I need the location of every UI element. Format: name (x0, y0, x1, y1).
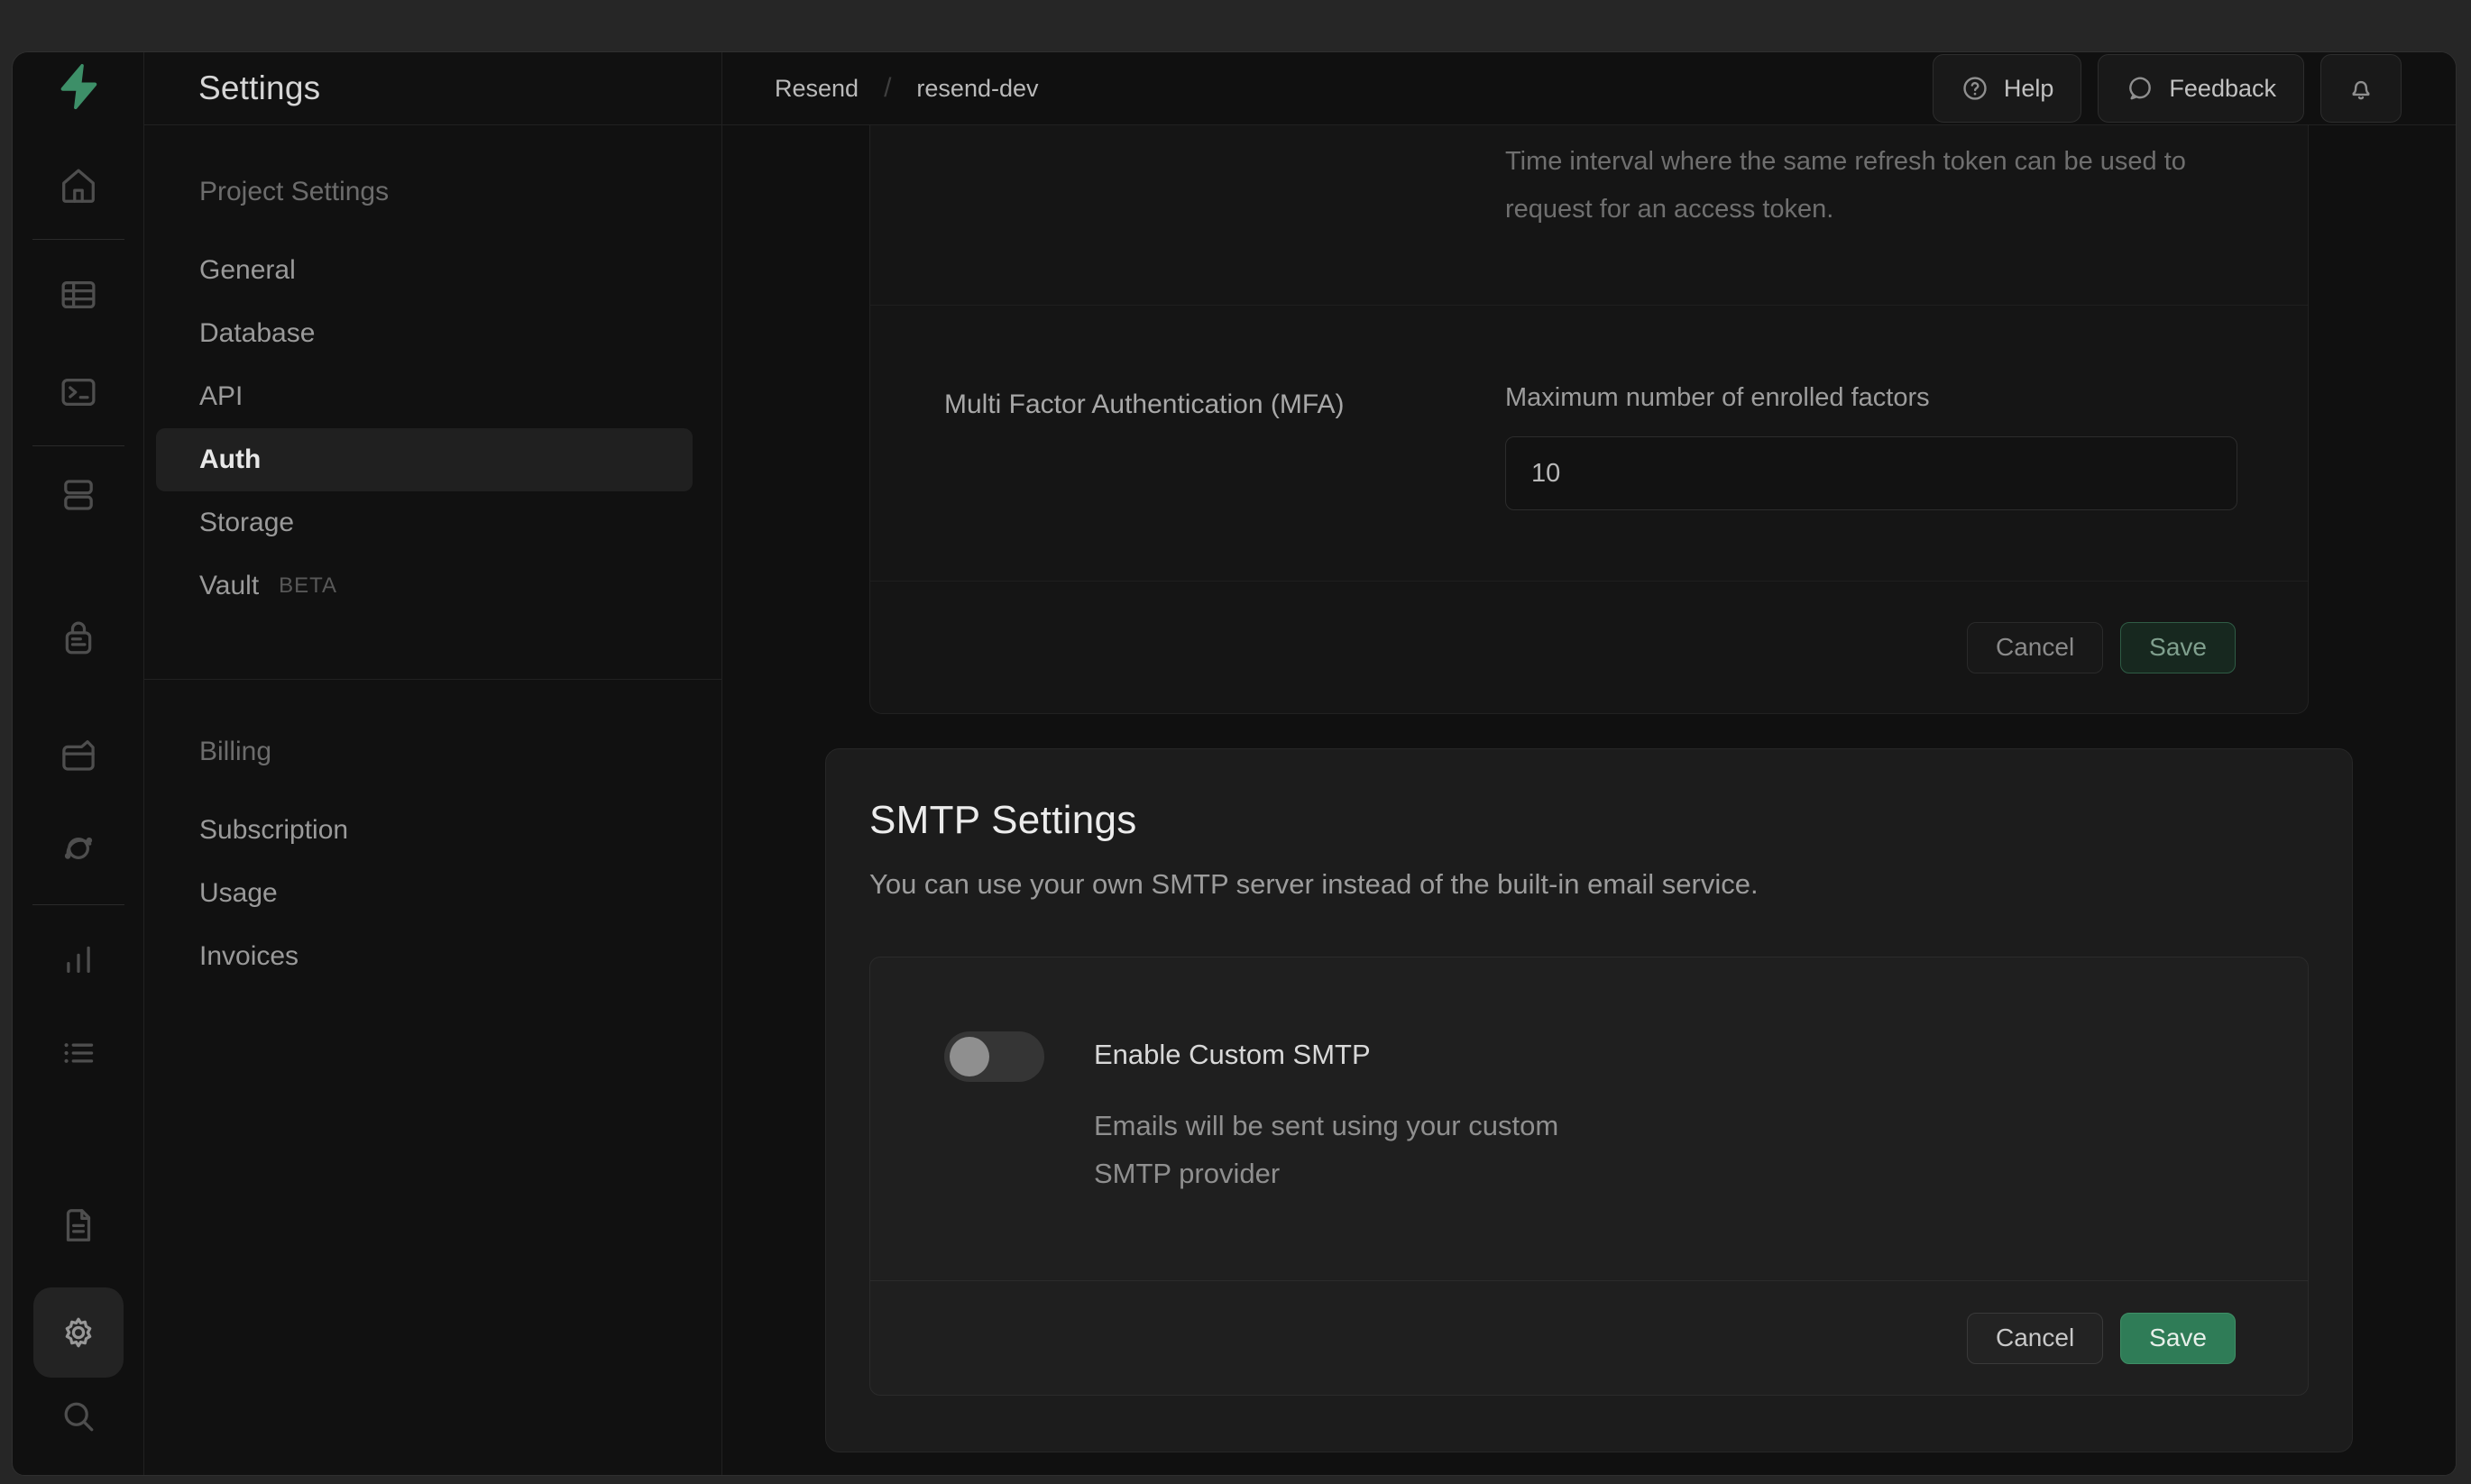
nav-section-project-settings: Project Settings (144, 167, 721, 217)
smtp-settings-panel: SMTP Settings You can use your own SMTP … (825, 748, 2353, 1452)
auth-save-button[interactable]: Save (2120, 622, 2236, 673)
sidebar-item-authentication[interactable] (13, 618, 144, 659)
app-window: Settings Project Settings General Databa… (12, 51, 2457, 1476)
toggle-text-group: Enable Custom SMTP Emails will be sent u… (1094, 1031, 1635, 1280)
smtp-cancel-button[interactable]: Cancel (1967, 1313, 2103, 1364)
chat-bubble-icon (2126, 74, 2154, 103)
refresh-token-row: Time interval where the same refresh tok… (870, 125, 2308, 305)
breadcrumb-separator: / (884, 73, 891, 104)
smtp-card: Enable Custom SMTP Emails will be sent u… (869, 957, 2309, 1396)
rail-divider (32, 445, 124, 446)
nav-item-invoices[interactable]: Invoices (144, 925, 721, 988)
bar-chart-icon (58, 939, 99, 980)
breadcrumb-project[interactable]: resend-dev (916, 75, 1038, 103)
nav-item-auth[interactable]: Auth (156, 428, 693, 491)
sidebar-item-table-editor[interactable] (13, 274, 144, 316)
nav-divider (144, 679, 721, 680)
search-icon (58, 1396, 99, 1437)
home-icon (58, 165, 99, 206)
beta-badge: BETA (279, 573, 337, 599)
feedback-button[interactable]: Feedback (2098, 54, 2304, 123)
enable-custom-smtp-toggle[interactable] (944, 1031, 1044, 1082)
sidebar-item-logs[interactable] (13, 1032, 144, 1074)
sidebar-item-search[interactable] (13, 1396, 144, 1437)
rail-divider (32, 239, 124, 240)
sidebar-item-sql-editor[interactable] (13, 371, 144, 413)
smtp-save-button[interactable]: Save (2120, 1313, 2236, 1364)
smtp-card-body: Enable Custom SMTP Emails will be sent u… (870, 957, 2308, 1280)
sidebar-item-reports[interactable] (13, 939, 144, 980)
page-title: Settings (198, 69, 320, 107)
header-actions: Help Feedback (1933, 54, 2402, 123)
enable-custom-smtp-description: Emails will be sent using your custom SM… (1094, 1102, 1635, 1197)
nav-item-subscription[interactable]: Subscription (144, 799, 721, 862)
auth-settings-card: Time interval where the same refresh tok… (869, 125, 2309, 714)
rail-divider (32, 904, 124, 905)
smtp-settings-description: You can use your own SMTP server instead… (869, 868, 2309, 901)
mfa-row: Multi Factor Authentication (MFA) Maximu… (870, 305, 2308, 581)
database-icon (58, 474, 99, 516)
settings-nav: Settings Project Settings General Databa… (144, 52, 722, 1475)
nav-item-api[interactable]: API (144, 365, 721, 428)
toggle-knob (950, 1037, 989, 1076)
sidebar-item-project-settings[interactable] (33, 1287, 124, 1378)
smtp-card-footer: Cancel Save (870, 1280, 2308, 1395)
gear-icon (58, 1312, 99, 1353)
nav-item-database[interactable]: Database (144, 302, 721, 365)
sidebar-item-api-docs[interactable] (13, 1205, 144, 1246)
help-circle-icon (1961, 74, 1989, 103)
bell-icon (2347, 74, 2375, 103)
nav-item-vault[interactable]: Vault BETA (144, 554, 721, 618)
settings-nav-header: Settings (144, 52, 721, 125)
mfa-field-group: Maximum number of enrolled factors (1505, 306, 2237, 581)
breadcrumb: Resend / resend-dev (775, 73, 1039, 104)
icon-rail (13, 52, 144, 1475)
mfa-section-label: Multi Factor Authentication (MFA) (944, 306, 1505, 581)
folder-icon (58, 735, 99, 776)
sidebar-item-storage[interactable] (13, 735, 144, 776)
max-enrolled-factors-input[interactable] (1505, 436, 2237, 510)
refresh-token-help-text: Time interval where the same refresh tok… (1505, 138, 2227, 234)
auth-card-footer: Cancel Save (870, 581, 2308, 713)
settings-nav-body: Project Settings General Database API Au… (144, 125, 721, 988)
content-area: Time interval where the same refresh tok… (722, 125, 2456, 1475)
terminal-icon (58, 371, 99, 413)
smtp-settings-title: SMTP Settings (869, 798, 2309, 843)
enable-custom-smtp-label: Enable Custom SMTP (1094, 1039, 1635, 1071)
supabase-logo[interactable] (13, 61, 144, 112)
nav-section-billing: Billing (144, 727, 721, 777)
sidebar-item-edge-functions[interactable] (13, 828, 144, 869)
edge-functions-icon (58, 828, 99, 869)
sidebar-item-home[interactable] (13, 165, 144, 206)
sidebar-item-database[interactable] (13, 474, 144, 516)
main-header: Resend / resend-dev Help Feedback (722, 52, 2456, 125)
lock-icon (58, 618, 99, 659)
help-button[interactable]: Help (1933, 54, 2082, 123)
auth-cancel-button[interactable]: Cancel (1967, 622, 2103, 673)
notifications-button[interactable] (2320, 54, 2402, 123)
table-icon (58, 274, 99, 316)
nav-item-general[interactable]: General (144, 239, 721, 302)
main-column: Resend / resend-dev Help Feedback (722, 52, 2456, 1475)
nav-item-usage[interactable]: Usage (144, 862, 721, 925)
document-icon (58, 1205, 99, 1246)
nav-item-storage[interactable]: Storage (144, 491, 721, 554)
max-enrolled-factors-label: Maximum number of enrolled factors (1505, 383, 2237, 413)
list-icon (58, 1032, 99, 1074)
breadcrumb-org[interactable]: Resend (775, 75, 859, 103)
